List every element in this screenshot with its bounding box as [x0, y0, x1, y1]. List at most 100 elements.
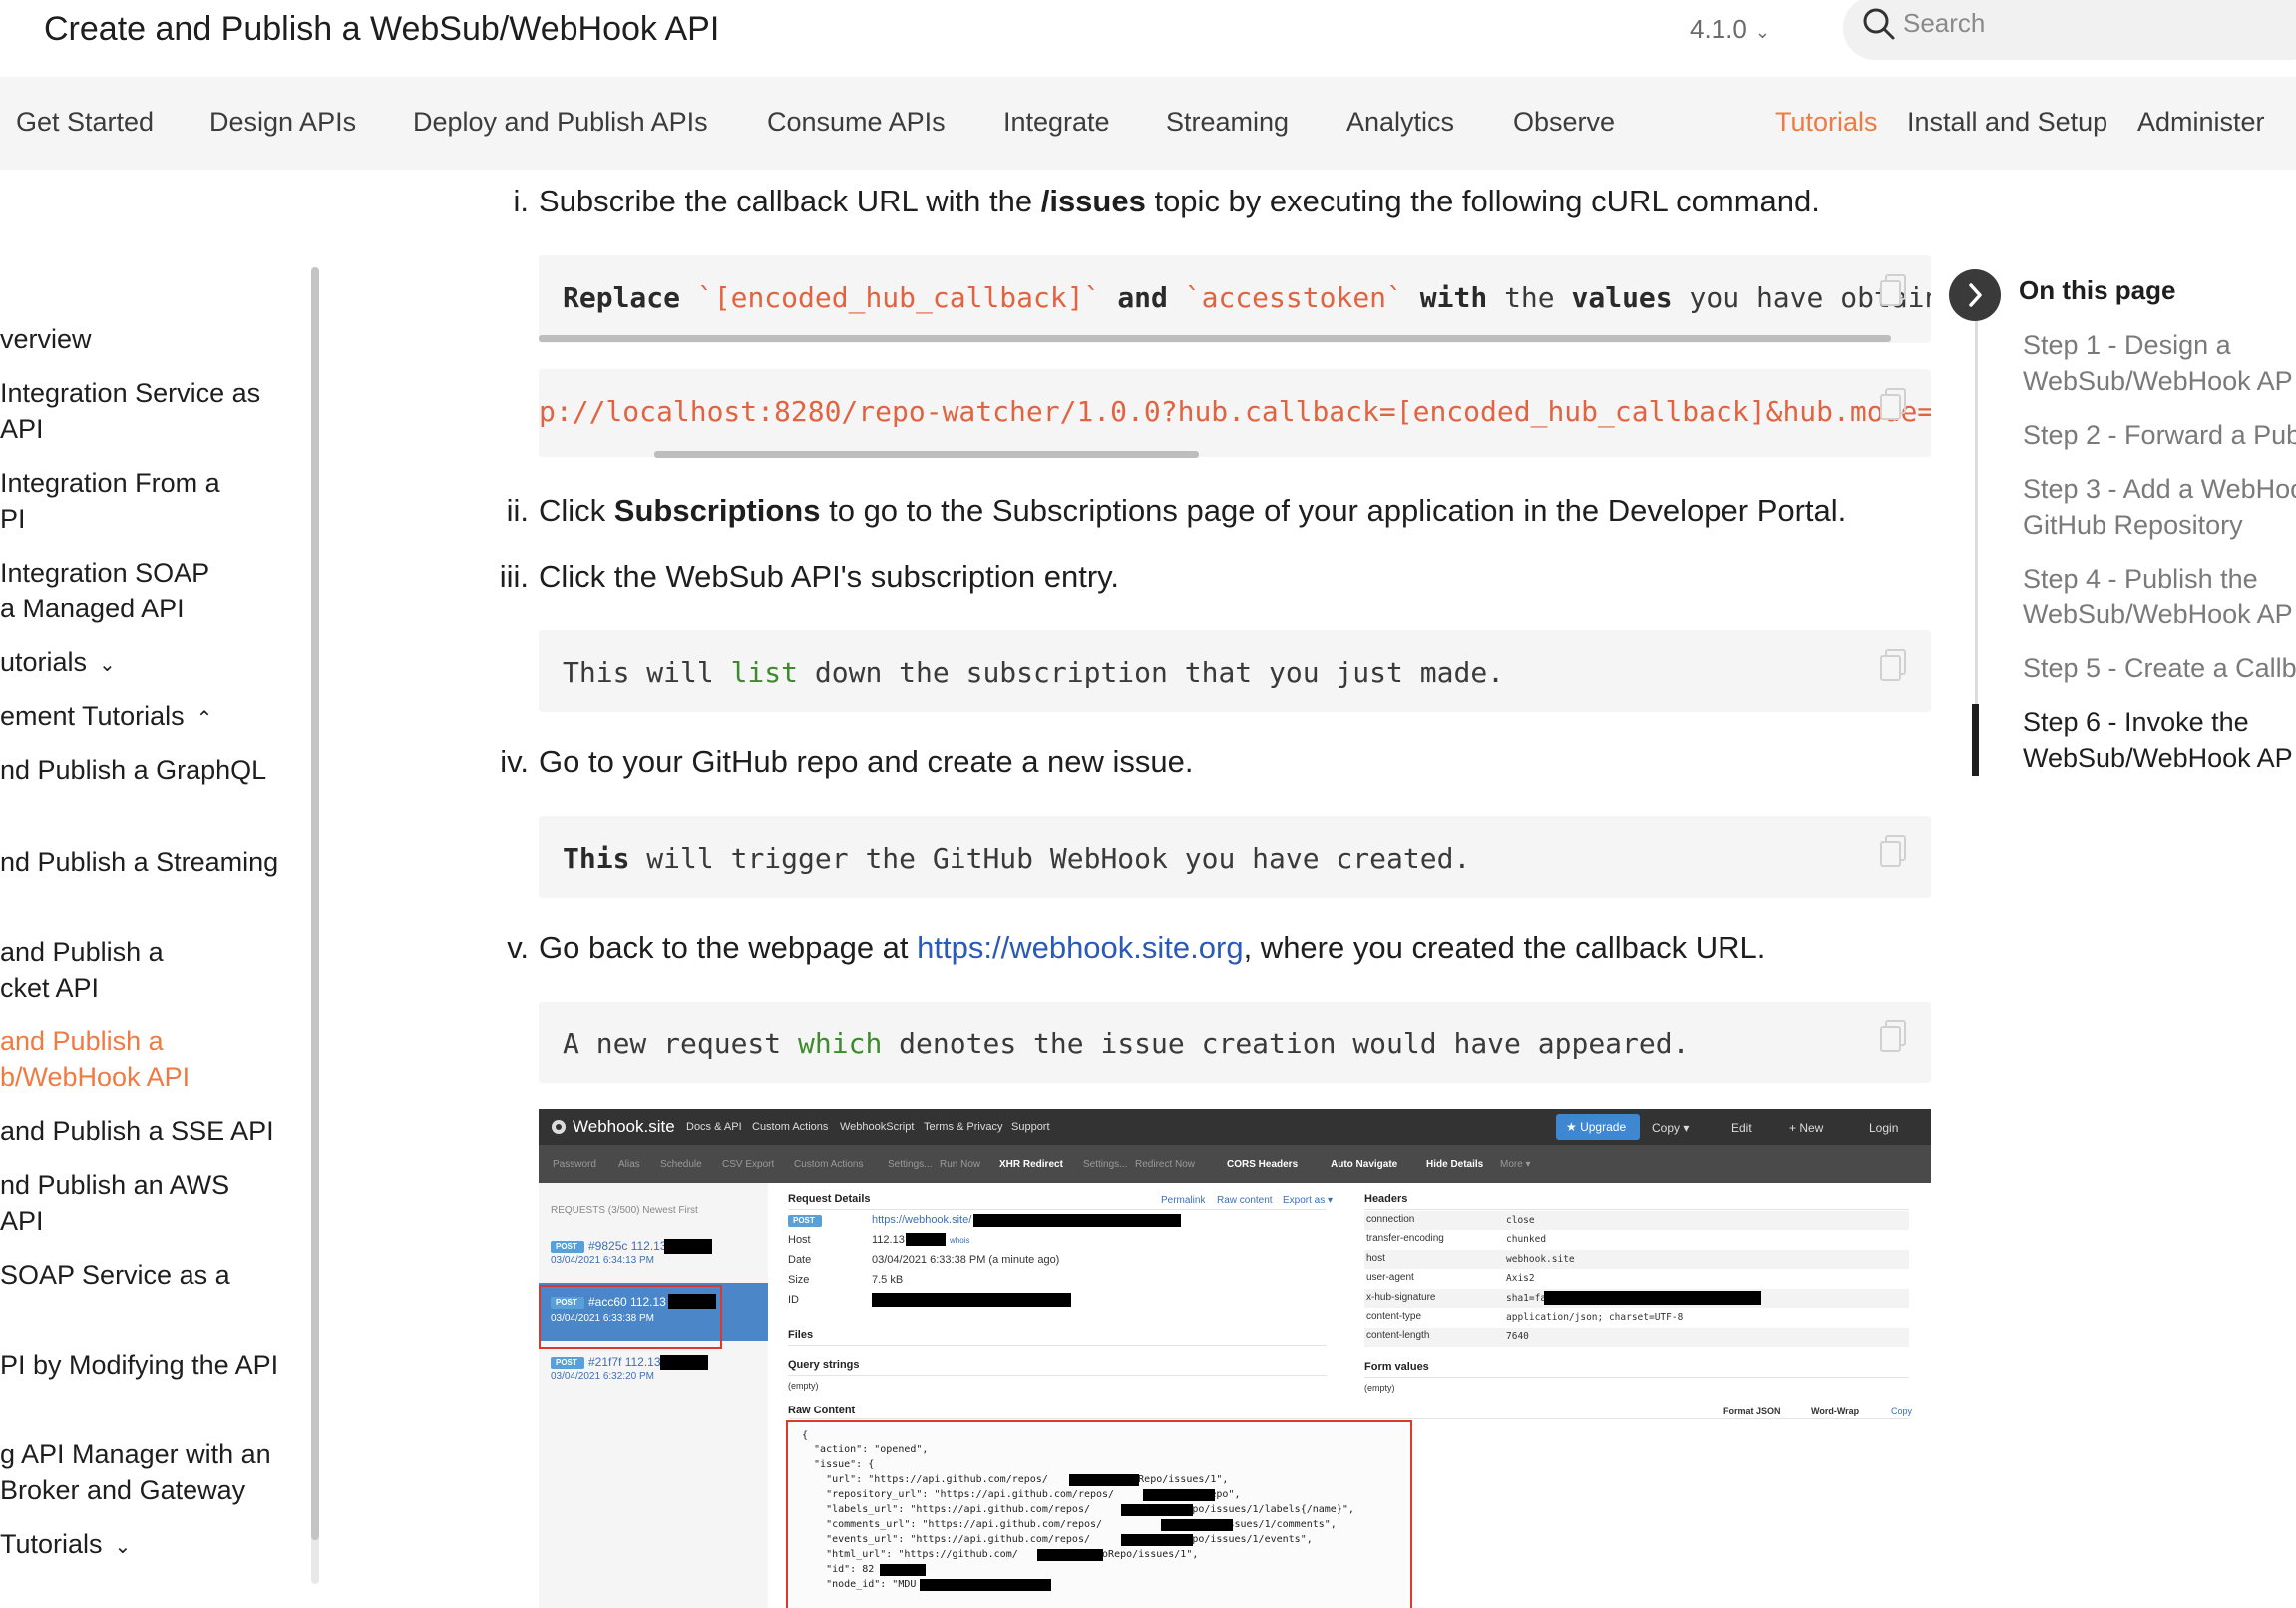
screenshot-subnav-item: More ▾	[1500, 1159, 1531, 1170]
header-value: chunked	[1506, 1234, 1547, 1245]
sidebar-item[interactable]: API	[0, 411, 44, 447]
redaction	[1544, 1291, 1761, 1305]
highlight-box	[786, 1420, 1412, 1608]
header-value: 7640	[1506, 1331, 1529, 1342]
sidebar-item[interactable]: g API Manager with an	[0, 1436, 271, 1472]
tab-administer[interactable]: Administer	[2137, 107, 2265, 138]
sidebar-item[interactable]: and Publish a	[0, 934, 164, 970]
screenshot-subnav-item: Alias	[618, 1159, 640, 1170]
screenshot-subnav-item: Auto Navigate	[1331, 1159, 1398, 1170]
step-text: Go back to the webpage at https://webhoo…	[539, 930, 1766, 965]
version-label: 4.1.0	[1690, 14, 1747, 44]
screenshot-nav-item: Terms & Privacy	[924, 1121, 1003, 1133]
divider	[1364, 1209, 1909, 1210]
tab-get-started[interactable]: Get Started	[16, 107, 154, 138]
screenshot-login-button: Login	[1869, 1121, 1899, 1135]
header-key: transfer-encoding	[1366, 1233, 1444, 1244]
webhook-logo-icon	[552, 1120, 566, 1134]
version-selector[interactable]: 4.1.0 ⌄	[1690, 14, 1770, 45]
redaction	[660, 1355, 708, 1370]
copy-icon[interactable]	[1879, 387, 1907, 421]
screenshot-edit-button: Edit	[1731, 1121, 1752, 1135]
files-title: Files	[788, 1329, 814, 1341]
sidebar-item[interactable]: PI by Modifying the API	[0, 1347, 278, 1383]
step-number: iii.	[499, 559, 529, 594]
screenshot-subnav-item: XHR Redirect	[999, 1159, 1063, 1170]
tab-design-apis[interactable]: Design APIs	[209, 107, 356, 138]
chevron-down-icon: ⌄	[99, 654, 116, 676]
tab-analytics[interactable]: Analytics	[1346, 107, 1454, 138]
divider	[1364, 1377, 1909, 1378]
post-badge: POST	[788, 1215, 822, 1227]
tab-integrate[interactable]: Integrate	[1003, 107, 1110, 138]
query-strings-title: Query strings	[788, 1359, 860, 1371]
header-key: x-hub-signature	[1366, 1292, 1436, 1303]
screenshot-copy-button: Copy ▾	[1652, 1121, 1690, 1135]
tab-consume-apis[interactable]: Consume APIs	[767, 107, 946, 138]
sidebar-item[interactable]: cket API	[0, 970, 99, 1005]
sidebar-item[interactable]: verview	[0, 321, 92, 357]
sidebar-item-label: Tutorials	[0, 1529, 103, 1559]
screenshot-upgrade-button: ★ Upgrade	[1556, 1114, 1640, 1140]
sidebar-item[interactable]: and Publish a SSE API	[0, 1113, 274, 1149]
code-line: p://localhost:8280/repo-watcher/1.0.0?hu…	[539, 395, 1931, 428]
tab-deploy-publish[interactable]: Deploy and Publish APIs	[413, 107, 708, 138]
sidebar-item[interactable]: Integration SOAP	[0, 555, 209, 591]
redaction	[872, 1293, 1071, 1307]
header-value: Axis2	[1506, 1273, 1535, 1284]
sidebar-item[interactable]: Integration From a	[0, 465, 220, 501]
copy-icon[interactable]	[1879, 834, 1907, 868]
header-value: webhook.site	[1506, 1254, 1575, 1265]
webhook-site-link[interactable]: https://webhook.site.org	[917, 930, 1243, 965]
toc-title: On this page	[2019, 275, 2176, 305]
sidebar-item[interactable]: nd Publish a GraphQL	[0, 752, 266, 788]
request-date: 03/04/2021 6:34:13 PM	[551, 1255, 654, 1266]
code-line: Replace `[encoded_hub_callback]` and `ac…	[563, 281, 1931, 314]
step-text: Click the WebSub API's subscription entr…	[539, 559, 1119, 594]
tab-tutorials[interactable]: Tutorials	[1775, 107, 1878, 138]
copy-icon[interactable]	[1879, 1019, 1907, 1053]
search-input[interactable]: Search	[1903, 8, 1985, 39]
screenshot-nav-item: Custom Actions	[752, 1121, 829, 1133]
code-scrollbar[interactable]	[539, 335, 1891, 342]
code-scrollbar[interactable]	[654, 451, 1199, 458]
detail-value: 7.5 kB	[872, 1274, 904, 1286]
detail-value: 112.13	[872, 1234, 905, 1246]
divider	[788, 1418, 1909, 1419]
sidebar-item-active[interactable]: b/WebHook API	[0, 1059, 190, 1095]
sidebar-item[interactable]: nd Publish a Streaming	[0, 844, 278, 880]
copy-icon[interactable]	[1879, 273, 1907, 307]
sidebar-item[interactable]: SOAP Service as a	[0, 1257, 230, 1293]
webhook-url: https://webhook.site/	[872, 1214, 972, 1226]
sidebar-scrollbar-thumb[interactable]	[311, 267, 319, 1540]
sidebar-item-active[interactable]: and Publish a	[0, 1023, 164, 1059]
raw-content-link: Raw content	[1217, 1195, 1273, 1206]
sidebar-group[interactable]: Tutorials ⌄	[0, 1526, 131, 1565]
search-box[interactable]: Search	[1843, 0, 2296, 60]
header-row-bg	[1364, 1250, 1909, 1269]
sidebar-item[interactable]: a Managed API	[0, 591, 185, 626]
screenshot-subnav-item: Settings...	[1083, 1159, 1128, 1170]
toc-toggle-button[interactable]	[1949, 269, 2001, 321]
tab-streaming[interactable]: Streaming	[1166, 107, 1289, 138]
screenshot-request-item: POST #21f7f 112.13 03/04/2021 6:32:20 PM	[539, 1345, 768, 1403]
sidebar-item[interactable]: Integration Service as	[0, 375, 260, 411]
code-block: A new request which denotes the issue cr…	[539, 1002, 1931, 1083]
tab-observe[interactable]: Observe	[1513, 107, 1615, 138]
sidebar-item[interactable]: API	[0, 1203, 44, 1239]
detail-key: Date	[788, 1254, 812, 1266]
sidebar-item[interactable]: PI	[0, 501, 26, 537]
sidebar-group-management[interactable]: ement Tutorials ⌃	[0, 698, 212, 737]
search-icon	[1863, 8, 1895, 40]
form-values-title: Form values	[1364, 1361, 1429, 1373]
screenshot-nav-item: WebhookScript	[840, 1121, 915, 1133]
copy-icon[interactable]	[1879, 648, 1907, 682]
header-key: content-type	[1366, 1311, 1422, 1322]
divider	[788, 1345, 1327, 1346]
sidebar-group-tutorials[interactable]: utorials ⌄	[0, 644, 116, 683]
tab-install-setup[interactable]: Install and Setup	[1907, 107, 2107, 138]
sidebar-item[interactable]: Broker and Gateway	[0, 1472, 245, 1508]
screenshot-subnav-item: Schedule	[660, 1159, 702, 1170]
sidebar-item[interactable]: nd Publish an AWS	[0, 1167, 229, 1203]
redaction	[664, 1239, 712, 1254]
